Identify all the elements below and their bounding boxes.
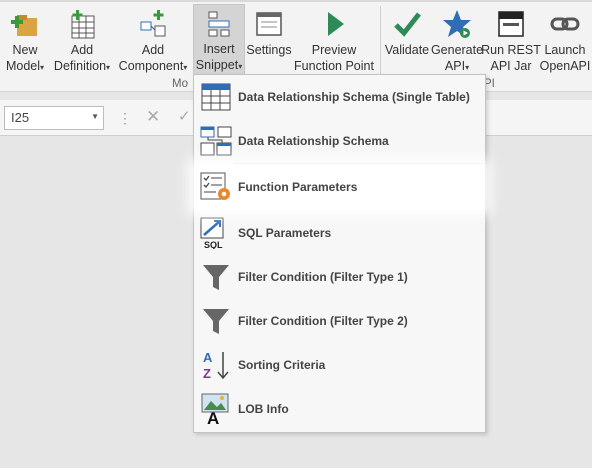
filter-icon <box>200 305 232 337</box>
svg-text:Z: Z <box>203 366 211 381</box>
launch-openapi-button[interactable]: Launch OpenAPI <box>538 4 592 76</box>
menu-item-label: Data Relationship Schema <box>238 134 389 148</box>
insert-snippet-label: Insert <box>203 42 235 56</box>
add-component-label-2: Component <box>118 59 184 73</box>
menu-item-label: Filter Condition (Filter Type 1) <box>238 270 408 284</box>
ribbon-group-label-model: Mo <box>172 78 188 90</box>
launch-label: Launch <box>544 43 586 57</box>
menu-item-label: Filter Condition (Filter Type 2) <box>238 314 408 328</box>
generate-label: Generate <box>430 43 484 57</box>
menu-item-label: Data Relationship Schema (Single Table) <box>238 90 470 104</box>
table-icon <box>200 81 232 113</box>
insert-snippet-menu: Data Relationship Schema (Single Table) … <box>193 74 486 433</box>
generate-caret: ▾ <box>465 63 470 72</box>
chevron-down-icon[interactable]: ▼ <box>91 112 99 121</box>
menu-item-label: Sorting Criteria <box>238 358 326 372</box>
name-box-value: I25 <box>11 110 30 125</box>
link-icon <box>547 6 583 42</box>
preview-label-2: Function Point <box>294 59 374 73</box>
new-model-icon <box>7 6 43 42</box>
filter-icon <box>200 261 232 293</box>
menu-item-sorting-criteria[interactable]: A Z Sorting Criteria <box>194 343 485 387</box>
menu-item-function-parameters[interactable]: Function Parameters <box>194 165 485 209</box>
settings-label: Settings <box>246 43 292 57</box>
menu-item-lob-info[interactable]: A LOB Info <box>194 387 485 431</box>
menu-item-sql-parameters[interactable]: SQL SQL Parameters <box>194 211 485 255</box>
validate-label: Validate <box>384 43 430 57</box>
add-component-icon <box>135 6 171 42</box>
preview-function-point-button[interactable]: Preview Function Point <box>293 4 375 76</box>
validate-button[interactable]: Validate <box>383 4 431 76</box>
new-model-button[interactable]: New Model▾ <box>2 4 48 76</box>
related-tables-icon <box>200 125 232 157</box>
svg-text:SQL: SQL <box>204 240 223 249</box>
sql-icon: SQL <box>200 217 232 249</box>
menu-item-data-relationship-schema[interactable]: Data Relationship Schema <box>194 119 485 163</box>
insert-snippet-caret: ▾ <box>238 62 243 71</box>
add-component-button[interactable]: Add Component▾ <box>116 4 190 76</box>
add-definition-button[interactable]: Add Definition▾ <box>50 4 114 76</box>
launch-label-2: OpenAPI <box>539 59 591 73</box>
settings-window-icon <box>251 6 287 42</box>
menu-divider <box>234 163 484 164</box>
menu-item-label: Function Parameters <box>238 180 358 194</box>
add-definition-icon <box>64 6 100 42</box>
menu-item-data-relationship-single-table[interactable]: Data Relationship Schema (Single Table) <box>194 75 485 119</box>
run-rest-label-2: API Jar <box>490 59 532 73</box>
confirm-icon[interactable]: ✓ <box>178 107 191 125</box>
add-component-caret: ▾ <box>183 63 188 72</box>
star-icon <box>439 6 475 42</box>
insert-snippet-icon <box>201 7 237 41</box>
menu-item-label: LOB Info <box>238 402 289 416</box>
preview-label: Preview <box>311 43 357 57</box>
svg-text:A: A <box>207 409 219 425</box>
parameters-gear-icon <box>200 171 232 203</box>
checkmark-icon <box>389 6 425 42</box>
new-model-label: New <box>12 43 38 57</box>
generate-api-button[interactable]: Generate API▾ <box>430 4 484 76</box>
ribbon-topline <box>0 0 592 2</box>
insert-snippet-button[interactable]: Insert Snippet▾ <box>193 4 245 76</box>
insert-snippet-label-2: Snippet <box>195 58 239 72</box>
menu-item-filter-condition-type-1[interactable]: Filter Condition (Filter Type 1) <box>194 255 485 299</box>
generate-label-2: API <box>444 59 466 73</box>
settings-button[interactable]: Settings <box>246 4 292 76</box>
menu-item-filter-condition-type-2[interactable]: Filter Condition (Filter Type 2) <box>194 299 485 343</box>
new-model-caret: ▾ <box>40 63 45 72</box>
name-box[interactable]: I25 ▼ <box>4 106 104 130</box>
run-rest-label: Run REST <box>481 43 541 57</box>
sort-az-icon: A Z <box>200 349 232 381</box>
cancel-icon[interactable]: ✕ <box>146 107 160 127</box>
add-component-label: Add <box>141 43 165 57</box>
add-definition-label: Add <box>70 43 94 57</box>
svg-text:A: A <box>203 350 213 365</box>
add-definition-caret: ▾ <box>106 63 111 72</box>
add-definition-label-2: Definition <box>53 59 107 73</box>
play-icon <box>316 6 352 42</box>
formula-bar-separator: ⋮ <box>118 110 132 126</box>
lob-image-icon: A <box>200 393 232 425</box>
run-rest-api-jar-button[interactable]: Run REST API Jar <box>481 4 541 76</box>
menu-item-label: SQL Parameters <box>238 226 332 240</box>
terminal-icon <box>493 6 529 42</box>
new-model-label-2: Model <box>5 59 41 73</box>
